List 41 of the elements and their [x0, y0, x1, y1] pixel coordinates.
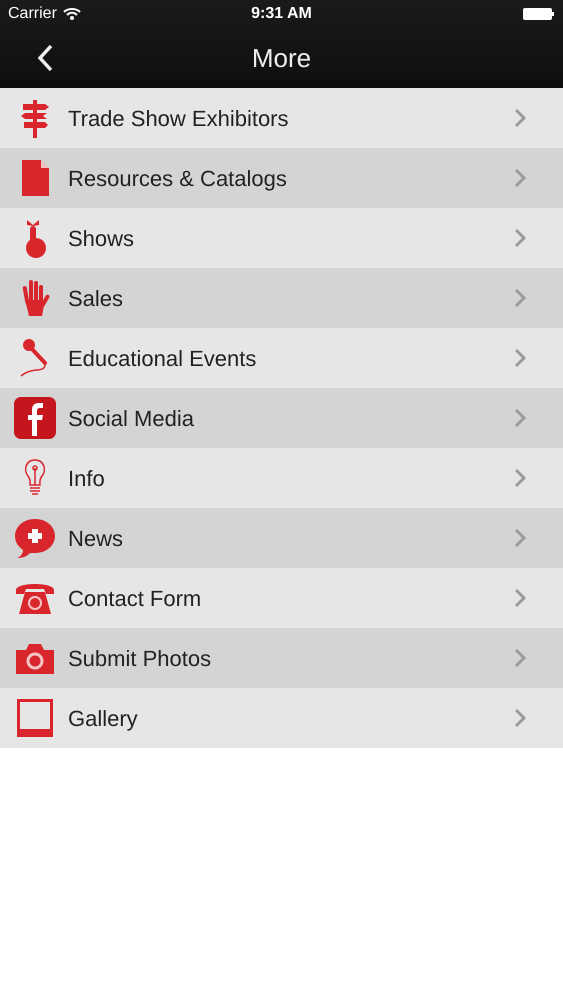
menu-item[interactable]: News	[0, 508, 563, 568]
chevron-right-icon	[514, 408, 526, 428]
menu-item-label: Resources & Catalogs	[68, 164, 287, 193]
menu-item[interactable]: Gallery	[0, 688, 563, 748]
menu-item-label: Social Media	[68, 404, 194, 432]
chevron-right-icon	[514, 708, 526, 728]
menu-item-label: Info	[68, 464, 105, 492]
menu-item-label: Shows	[68, 224, 134, 252]
chevron-right-icon	[514, 228, 526, 248]
menu-item[interactable]: Trade Show Exhibitors	[0, 88, 563, 148]
menu-item[interactable]: Educational Events	[0, 328, 563, 388]
menu-item-label: Submit Photos	[68, 644, 212, 672]
battery-icon	[523, 7, 555, 21]
status-time: 9:31 AM	[251, 4, 312, 24]
facebook-icon	[13, 396, 57, 440]
chevron-right-icon	[514, 168, 526, 188]
menu-item-label: News	[68, 524, 124, 552]
chevron-right-icon	[514, 648, 526, 668]
menu-item-label: Trade Show Exhibitors	[68, 104, 289, 132]
nav-title: More	[252, 42, 312, 74]
menu-item[interactable]: Social Media	[0, 388, 563, 448]
menu-item[interactable]: Resources & Catalogs	[0, 148, 563, 208]
chevron-right-icon	[514, 108, 526, 128]
chevron-left-icon	[36, 44, 54, 72]
wifi-icon	[62, 7, 81, 21]
carrier-label: Carrier	[8, 4, 57, 24]
chevron-right-icon	[514, 288, 526, 308]
chevron-right-icon	[514, 588, 526, 608]
speech-bubble-plus-icon	[13, 516, 57, 560]
menu-item[interactable]: Info	[0, 448, 563, 508]
menu-item-label: Gallery	[68, 704, 138, 733]
menu-item-label: Sales	[68, 284, 124, 312]
menu-item-label: Educational Events	[68, 344, 256, 372]
menu-item-label: Contact Form	[68, 584, 202, 612]
menu-item[interactable]: Contact Form	[0, 568, 563, 628]
menu-item[interactable]: Sales	[0, 268, 563, 328]
chevron-right-icon	[514, 528, 526, 548]
menu-item[interactable]: Submit Photos	[0, 628, 563, 688]
chevron-right-icon	[514, 348, 526, 368]
menu-item[interactable]: Shows	[0, 208, 563, 268]
chevron-right-icon	[514, 468, 526, 488]
